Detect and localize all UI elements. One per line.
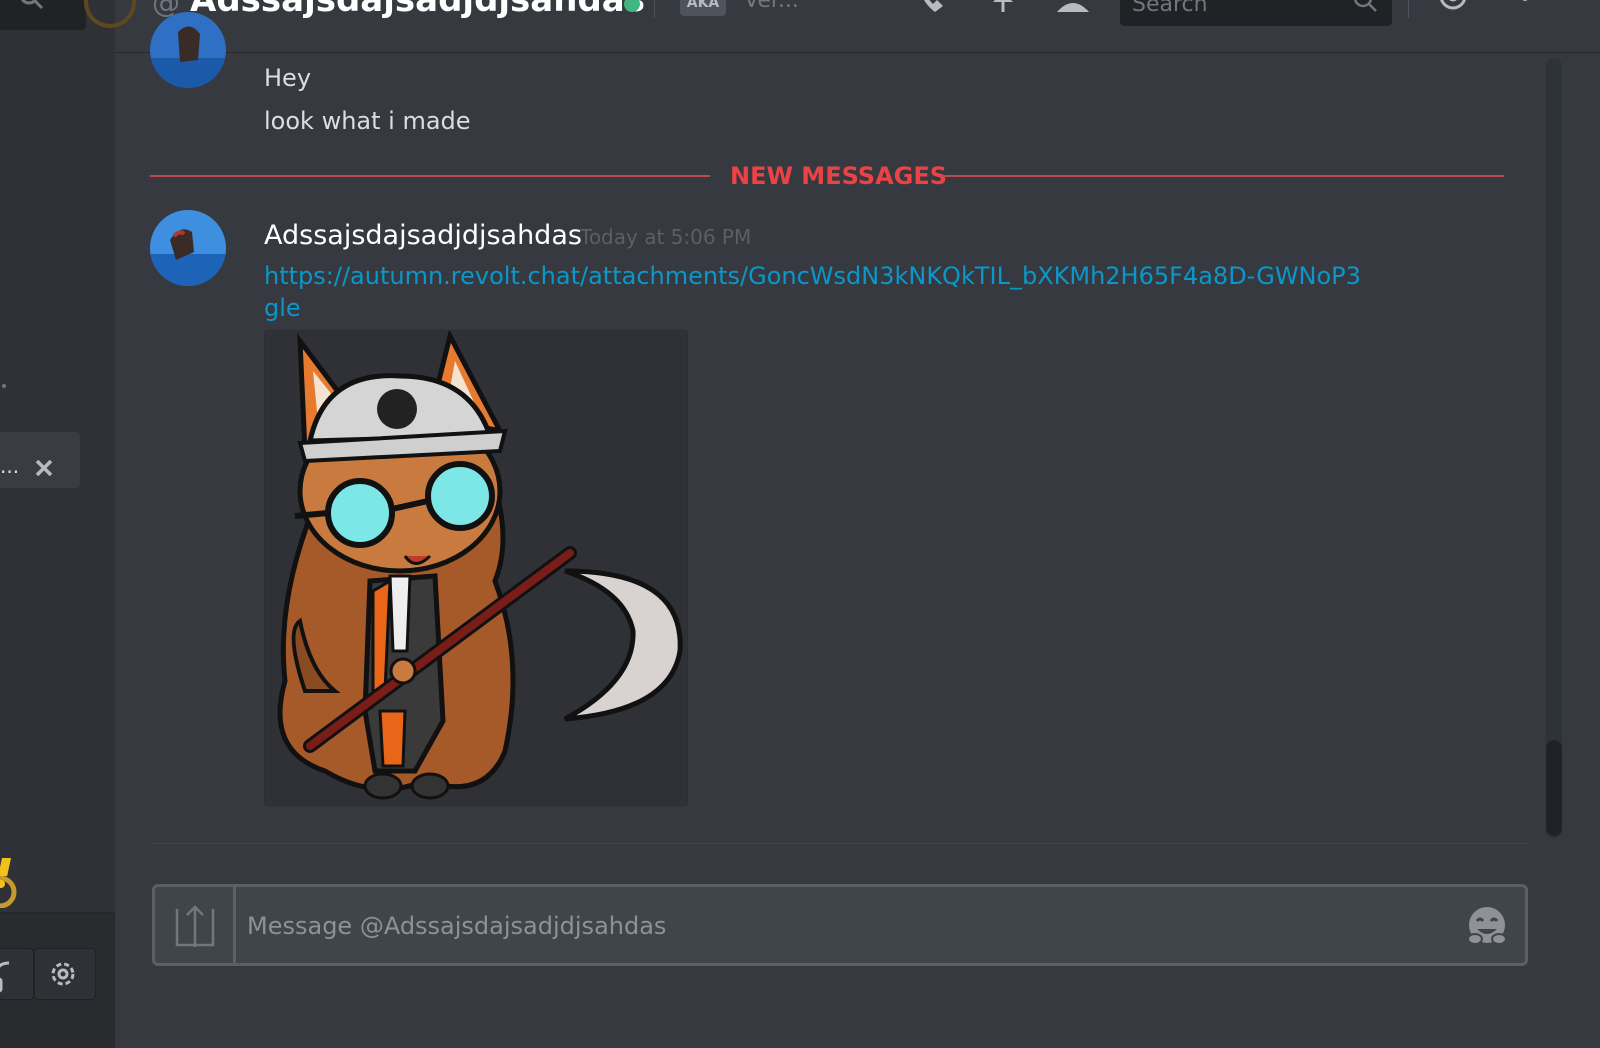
- upload-button[interactable]: [155, 887, 236, 963]
- header-divider: [1408, 0, 1409, 18]
- pin-icon[interactable]: [985, 0, 1021, 20]
- messages-bottom-separator: [150, 843, 1530, 844]
- message-content: Hey: [264, 64, 312, 92]
- dm-title: Adssajsdajsadjdjsahdas: [190, 0, 645, 20]
- image-attachment[interactable]: [264, 329, 688, 806]
- message-content: look what i made: [264, 107, 471, 135]
- header-search-input[interactable]: Search: [1120, 0, 1392, 26]
- attachment-link[interactable]: https://autumn.revolt.chat/attachments/G…: [264, 260, 1364, 324]
- sidebar-search-button[interactable]: [0, 0, 86, 30]
- alert-icon: [0, 858, 17, 908]
- new-messages-divider-line: [150, 175, 710, 177]
- channel-sidebar: ...: [0, 0, 115, 1048]
- help-icon[interactable]: [1507, 0, 1543, 20]
- header-divider: [654, 0, 655, 18]
- emoji-icon[interactable]: [1465, 905, 1509, 949]
- message-input[interactable]: [245, 897, 1429, 955]
- messages-scrollbar-track[interactable]: [1546, 58, 1562, 838]
- dm-header: @ Adssajsdajsadjdjsahdas AKA Ver... Sear…: [84, 0, 1600, 53]
- new-messages-divider-label: NEW MESSAGES: [730, 162, 948, 190]
- headset-icon: [0, 961, 10, 993]
- new-messages-divider-line: [942, 175, 1504, 177]
- settings-button[interactable]: [34, 948, 96, 1000]
- dm-list-item-label: ...: [0, 454, 20, 478]
- search-placeholder: Search: [1132, 0, 1208, 17]
- aka-badge: AKA: [680, 0, 726, 16]
- attachment-drawing: [277, 329, 683, 800]
- user-avatar-image: [150, 12, 226, 88]
- messages-scrollbar-thumb[interactable]: [1546, 740, 1562, 836]
- search-icon: [1353, 0, 1377, 12]
- search-icon: [20, 0, 44, 10]
- user-avatar-image: [150, 210, 226, 286]
- phone-icon[interactable]: [915, 0, 951, 20]
- avatar[interactable]: [150, 12, 226, 88]
- nickname-preview[interactable]: Ver...: [744, 0, 799, 13]
- mention-icon[interactable]: [1435, 0, 1471, 20]
- message-author[interactable]: Adssajsdajsadjdjsahdas: [264, 220, 582, 251]
- gear-icon: [51, 962, 75, 986]
- status-dot: [2, 384, 6, 388]
- avatar[interactable]: [150, 210, 226, 286]
- close-icon[interactable]: [32, 456, 56, 480]
- message-timestamp: Today at 5:06 PM: [580, 225, 752, 249]
- message-composer: [152, 884, 1528, 966]
- add-friend-icon[interactable]: [1055, 0, 1091, 20]
- upload-icon: [175, 905, 215, 947]
- headset-button[interactable]: [0, 948, 34, 1000]
